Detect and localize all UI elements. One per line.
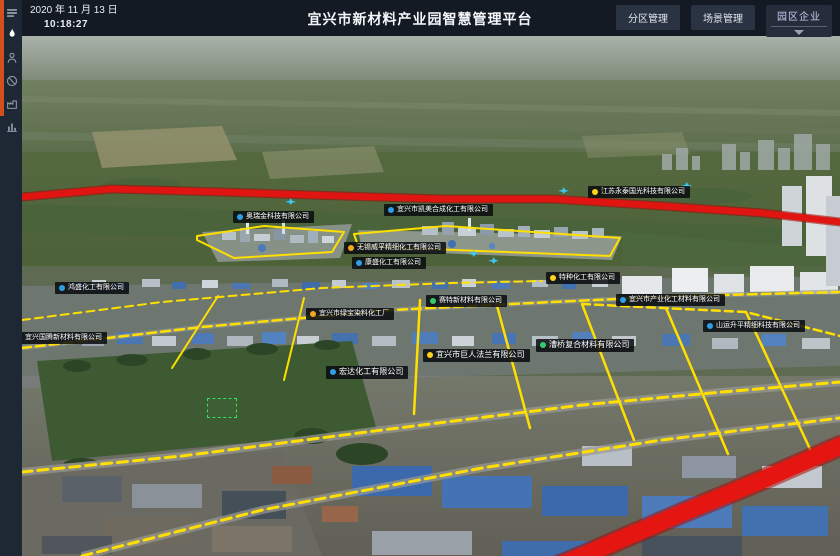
sidebar-item-bar-chart[interactable] xyxy=(2,117,22,137)
company-label[interactable]: 宜兴市凯美合成化工有限公司 xyxy=(384,204,493,216)
company-icon xyxy=(348,245,354,251)
sidebar-item-factory[interactable] xyxy=(2,94,22,114)
sidebar-item-person[interactable] xyxy=(2,48,22,68)
dropdown-label: 园区企业 xyxy=(777,8,821,23)
person-icon xyxy=(5,51,19,65)
poi-marker-icon[interactable] xyxy=(468,250,479,257)
company-label[interactable]: 宜兴国腾新材料有限公司 xyxy=(22,332,107,344)
company-label-text: 赛特新材料有限公司 xyxy=(439,297,502,305)
company-label-text: 无锡威孚精细化工有限公司 xyxy=(357,244,441,252)
sidebar-item-globe[interactable] xyxy=(2,71,22,91)
company-label-text: 宜兴市绿宝染料化工厂 xyxy=(319,310,389,318)
company-label-text: 奥瑞金科技有限公司 xyxy=(246,213,309,221)
company-label[interactable]: 宜兴市绿宝染料化工厂 xyxy=(306,308,394,320)
company-label[interactable]: 宜兴市巨人法兰有限公司 xyxy=(423,349,530,362)
company-label[interactable]: 无锡威孚精细化工有限公司 xyxy=(344,242,446,254)
date-text: 2020 年 11 月 13 日 xyxy=(30,4,118,18)
company-label-text: 宜兴市产业化工材料有限公司 xyxy=(629,296,720,304)
company-label-text: 特种化工有限公司 xyxy=(559,274,615,282)
company-label-text: 江苏永泰国光科技有限公司 xyxy=(601,188,685,196)
datetime-display: 2020 年 11 月 13 日 10:18:27 xyxy=(30,4,118,32)
company-icon xyxy=(310,311,316,317)
company-icon xyxy=(550,275,556,281)
company-icon xyxy=(430,298,436,304)
company-label-text: 宏达化工有限公司 xyxy=(339,368,403,377)
company-icon xyxy=(540,342,546,348)
selection-box xyxy=(207,398,237,418)
sidebar xyxy=(0,0,22,556)
company-label[interactable]: 宜兴市产业化工材料有限公司 xyxy=(616,294,725,306)
company-icon xyxy=(707,323,713,329)
company-label[interactable]: 宏达化工有限公司 xyxy=(326,366,408,379)
company-label[interactable]: 山运升平精细科技有限公司 xyxy=(703,320,805,332)
map-viewport[interactable]: 奥瑞金科技有限公司 宜兴市凯美合成化工有限公司 江苏永泰国光科技有限公司无锡威孚精细… xyxy=(22,36,840,556)
company-icon xyxy=(59,285,65,291)
company-icon xyxy=(330,369,336,375)
park-enterprise-dropdown[interactable]: 园区企业 xyxy=(766,5,832,37)
company-label[interactable]: 江苏永泰国光科技有限公司 xyxy=(588,186,690,198)
factory-icon xyxy=(5,97,19,111)
company-label-text: 漕桥复合材料有限公司 xyxy=(549,341,629,350)
header-actions: 分区管理 场景管理 园区企业 xyxy=(616,5,832,37)
company-label[interactable]: 漕桥复合材料有限公司 xyxy=(536,339,634,352)
company-label-text: 山运升平精细科技有限公司 xyxy=(716,322,800,330)
chevron-down-icon xyxy=(794,30,804,35)
bar-chart-icon xyxy=(5,120,19,134)
company-label[interactable]: 康盛化工有限公司 xyxy=(352,257,426,269)
zone-management-button[interactable]: 分区管理 xyxy=(616,5,680,30)
company-icon xyxy=(427,352,433,358)
company-icon xyxy=(356,260,362,266)
company-label[interactable]: 赛特新材料有限公司 xyxy=(426,295,507,307)
globe-icon xyxy=(5,74,19,88)
sidebar-item-menu[interactable] xyxy=(2,3,22,23)
company-icon xyxy=(620,297,626,303)
map-labels: 奥瑞金科技有限公司 宜兴市凯美合成化工有限公司 江苏永泰国光科技有限公司无锡威孚精细… xyxy=(22,36,840,556)
time-text: 10:18:27 xyxy=(44,18,118,32)
company-label-text: 康盛化工有限公司 xyxy=(365,259,421,267)
app-header: 2020 年 11 月 13 日 10:18:27 宜兴市新材料产业园智慧管理平… xyxy=(0,0,840,36)
company-label[interactable]: 鸿盛化工有限公司 xyxy=(55,282,129,294)
poi-marker-icon[interactable] xyxy=(558,187,569,194)
company-label-text: 鸿盛化工有限公司 xyxy=(68,284,124,292)
fire-icon xyxy=(5,27,19,41)
company-label-text: 宜兴市巨人法兰有限公司 xyxy=(436,351,525,360)
company-label[interactable]: 奥瑞金科技有限公司 xyxy=(233,211,314,223)
dropdown-divider xyxy=(771,26,827,27)
company-icon xyxy=(388,207,394,213)
company-label-text: 宜兴市凯美合成化工有限公司 xyxy=(397,206,488,214)
company-label[interactable]: 特种化工有限公司 xyxy=(546,272,620,284)
company-icon xyxy=(237,214,243,220)
app-window: 2020 年 11 月 13 日 10:18:27 宜兴市新材料产业园智慧管理平… xyxy=(0,0,840,556)
company-icon xyxy=(592,189,598,195)
page-title: 宜兴市新材料产业园智慧管理平台 xyxy=(308,9,533,29)
company-label-text: 宜兴国腾新材料有限公司 xyxy=(25,334,102,342)
scene-management-button[interactable]: 场景管理 xyxy=(691,5,755,30)
sidebar-item-fire[interactable] xyxy=(2,24,22,44)
menu-icon xyxy=(5,6,19,20)
poi-marker-icon[interactable] xyxy=(285,198,296,205)
poi-marker-icon[interactable] xyxy=(488,257,499,264)
